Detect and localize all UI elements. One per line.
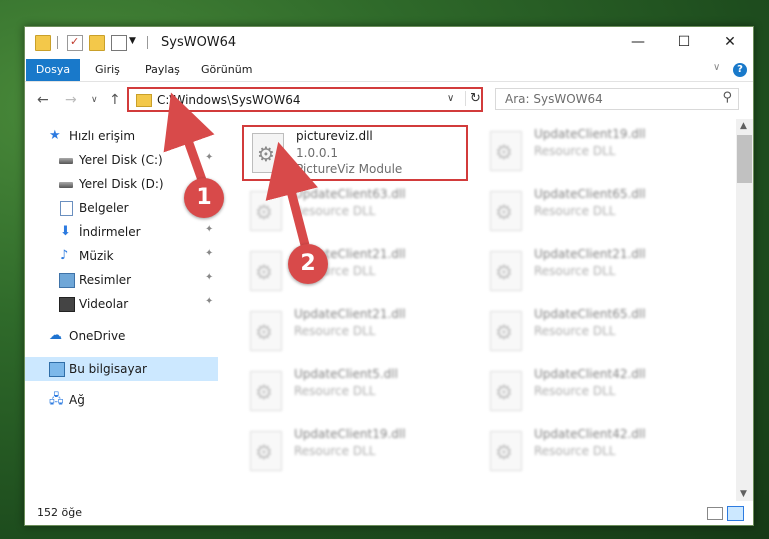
- annotation-arrows: [163, 92, 318, 247]
- arrow-2: [265, 141, 318, 247]
- callout-2: 2: [288, 244, 328, 284]
- callout-1: 1: [184, 178, 224, 218]
- arrow-1: [163, 92, 215, 182]
